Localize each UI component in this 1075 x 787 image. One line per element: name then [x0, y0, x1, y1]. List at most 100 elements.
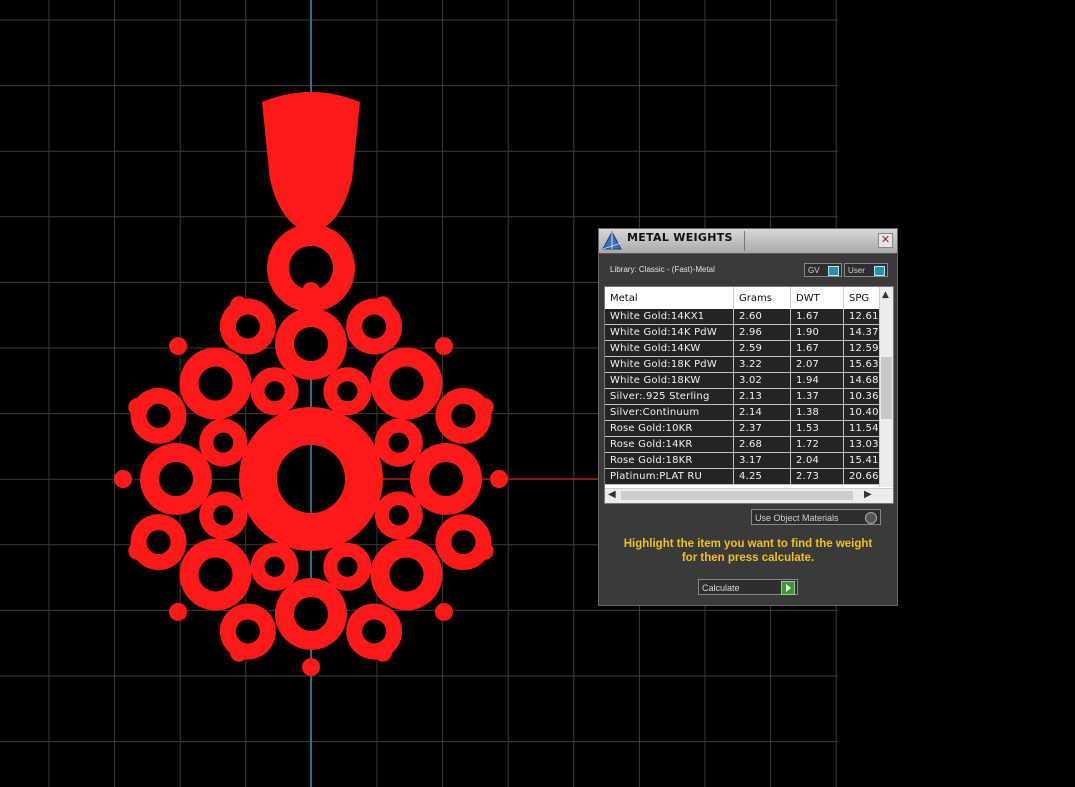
scroll-left-arrow-icon[interactable]: ◀ [608, 489, 616, 500]
panel-title: METAL WEIGHTS [627, 231, 733, 244]
pendant-ring-hole [337, 556, 358, 577]
dwt-cell: 1.38 [790, 404, 844, 421]
table-row[interactable]: White Gold:18K PdW 3.22 2.07 15.63 [605, 356, 885, 373]
play-arrow-icon[interactable] [781, 581, 795, 595]
radio-icon[interactable] [865, 512, 877, 524]
pendant-bead [230, 296, 249, 315]
pendant-ring-hole [235, 314, 260, 339]
metal-cell: White Gold:18K PdW [605, 356, 734, 373]
metal-cell: White Gold:18KW [605, 372, 734, 389]
pendant-ring-hole [429, 462, 463, 496]
dwt-cell: 1.37 [790, 388, 844, 405]
instruction-text: Highlight the item you want to find the … [609, 537, 887, 565]
pendant-bead [475, 398, 494, 417]
grams-cell: 2.60 [733, 309, 791, 325]
close-icon: ✕ [880, 233, 891, 246]
dwt-cell: 1.67 [790, 340, 844, 357]
scroll-right-arrow-icon[interactable]: ▶ [864, 489, 872, 500]
calculate-button[interactable]: Calculate [698, 579, 798, 595]
column-header-grams[interactable]: Grams [733, 287, 791, 309]
grams-cell: 3.17 [733, 452, 791, 469]
grams-cell: 2.59 [733, 340, 791, 357]
pendant-bead [169, 602, 188, 621]
table-row[interactable]: Rose Gold:14KR 2.68 1.72 13.03 [605, 436, 885, 453]
dwt-cell: 1.90 [790, 324, 844, 341]
pendant-ring-hole [451, 403, 476, 428]
table-row[interactable]: Platinum:PLAT RU 4.25 2.73 20.66 [605, 468, 885, 485]
pendant-ring-hole [213, 505, 234, 526]
pendant-bead [434, 602, 453, 621]
pendant-bead [114, 470, 132, 488]
pendant-bead [128, 398, 147, 417]
grams-cell: 2.13 [733, 388, 791, 405]
column-header-metal[interactable]: Metal [605, 287, 734, 309]
pendant-ring-hole [198, 366, 233, 401]
viewport-canvas[interactable] [0, 0, 1075, 787]
panel-titlebar[interactable]: METAL WEIGHTS ✕ [599, 229, 897, 254]
table-row[interactable]: Rose Gold:10KR 2.37 1.53 11.54 [605, 420, 885, 437]
user-toggle-label: User [848, 266, 865, 275]
table-row[interactable]: White Gold:14KW 2.59 1.67 12.59 [605, 340, 885, 357]
metal-cell: Rose Gold:10KR [605, 420, 734, 437]
pendant-ring-hole [337, 381, 358, 402]
title-divider [744, 231, 745, 251]
pendant-bead [302, 658, 320, 676]
pendant-bead [373, 296, 392, 315]
scroll-up-arrow-icon[interactable]: ▲ [882, 290, 889, 300]
pendant-ring-hole [159, 462, 193, 496]
table-row[interactable]: Silver:Continuum 2.14 1.38 10.40 [605, 404, 885, 421]
bail-shape [262, 92, 360, 232]
metal-table-container[interactable]: Metal Grams DWT SPG White Gold:14KX1 2.60… [604, 286, 894, 504]
gv-toggle-knob-icon [828, 266, 839, 276]
pendant-ring-hole [388, 432, 409, 453]
use-object-materials-option[interactable]: Use Object Materials [751, 509, 881, 525]
gv-toggle-label: GV [808, 266, 820, 275]
column-header-dwt[interactable]: DWT [790, 287, 844, 309]
horizontal-scroll-thumb[interactable] [621, 491, 853, 500]
user-toggle-knob-icon [874, 266, 885, 276]
dwt-cell: 1.67 [790, 309, 844, 325]
table-row[interactable]: Silver:.925 Sterling 2.13 1.37 10.36 [605, 388, 885, 405]
3d-viewport[interactable] [0, 0, 1075, 787]
table-row[interactable]: White Gold:14KX1 2.60 1.67 12.61 [605, 309, 885, 325]
pendant-ring-hole [213, 432, 234, 453]
table-row[interactable]: Rose Gold:18KR 3.17 2.04 15.41 [605, 452, 885, 469]
pendant-bead [302, 282, 320, 300]
app-logo-icon [602, 231, 622, 250]
pendant-ring-hole [235, 619, 260, 644]
instruction-line-1: Highlight the item you want to find the … [623, 538, 873, 550]
grams-cell: 2.96 [733, 324, 791, 341]
table-header-row: Metal Grams DWT SPG [605, 287, 885, 309]
pendant-bead [128, 541, 147, 560]
metal-cell: White Gold:14KX1 [605, 309, 734, 325]
vertical-scroll-thumb[interactable] [881, 357, 892, 419]
table-row[interactable]: White Gold:18KW 3.02 1.94 14.68 [605, 372, 885, 389]
pendant-ring-hole [264, 556, 285, 577]
use-object-materials-label: Use Object Materials [755, 513, 839, 523]
metal-cell: Rose Gold:14KR [605, 436, 734, 453]
metal-cell: Platinum:PLAT RU [605, 468, 734, 485]
vertical-scrollbar[interactable]: ▲ [879, 287, 893, 487]
table-row[interactable]: White Gold:14K PdW 2.96 1.90 14.37 [605, 324, 885, 341]
metal-table: Metal Grams DWT SPG White Gold:14KX1 2.60… [605, 287, 885, 485]
metal-cell: Silver:.925 Sterling [605, 388, 734, 405]
pendant-ring-hole [294, 597, 328, 631]
pendant-ring-hole [362, 619, 387, 644]
pendant-ring-hole [389, 366, 424, 401]
pendant-bead [490, 470, 508, 488]
pendant-ring-hole [294, 327, 328, 361]
grams-cell: 2.14 [733, 404, 791, 421]
metal-cell: White Gold:14K PdW [605, 324, 734, 341]
metal-cell: White Gold:14KW [605, 340, 734, 357]
metal-weights-panel: METAL WEIGHTS ✕ Library: Classic - (Fast… [598, 228, 898, 606]
grams-cell: 2.68 [733, 436, 791, 453]
close-button[interactable]: ✕ [878, 233, 893, 248]
user-toggle[interactable]: User [844, 263, 888, 277]
gv-toggle[interactable]: GV [804, 263, 842, 277]
pendant-bead [169, 337, 188, 356]
pendant-ring-hole [146, 530, 171, 555]
dwt-cell: 1.94 [790, 372, 844, 389]
pendant-ring-hole [198, 557, 233, 592]
metal-cell: Silver:Continuum [605, 404, 734, 421]
horizontal-scrollbar[interactable]: ◀ ▶ [605, 488, 893, 503]
